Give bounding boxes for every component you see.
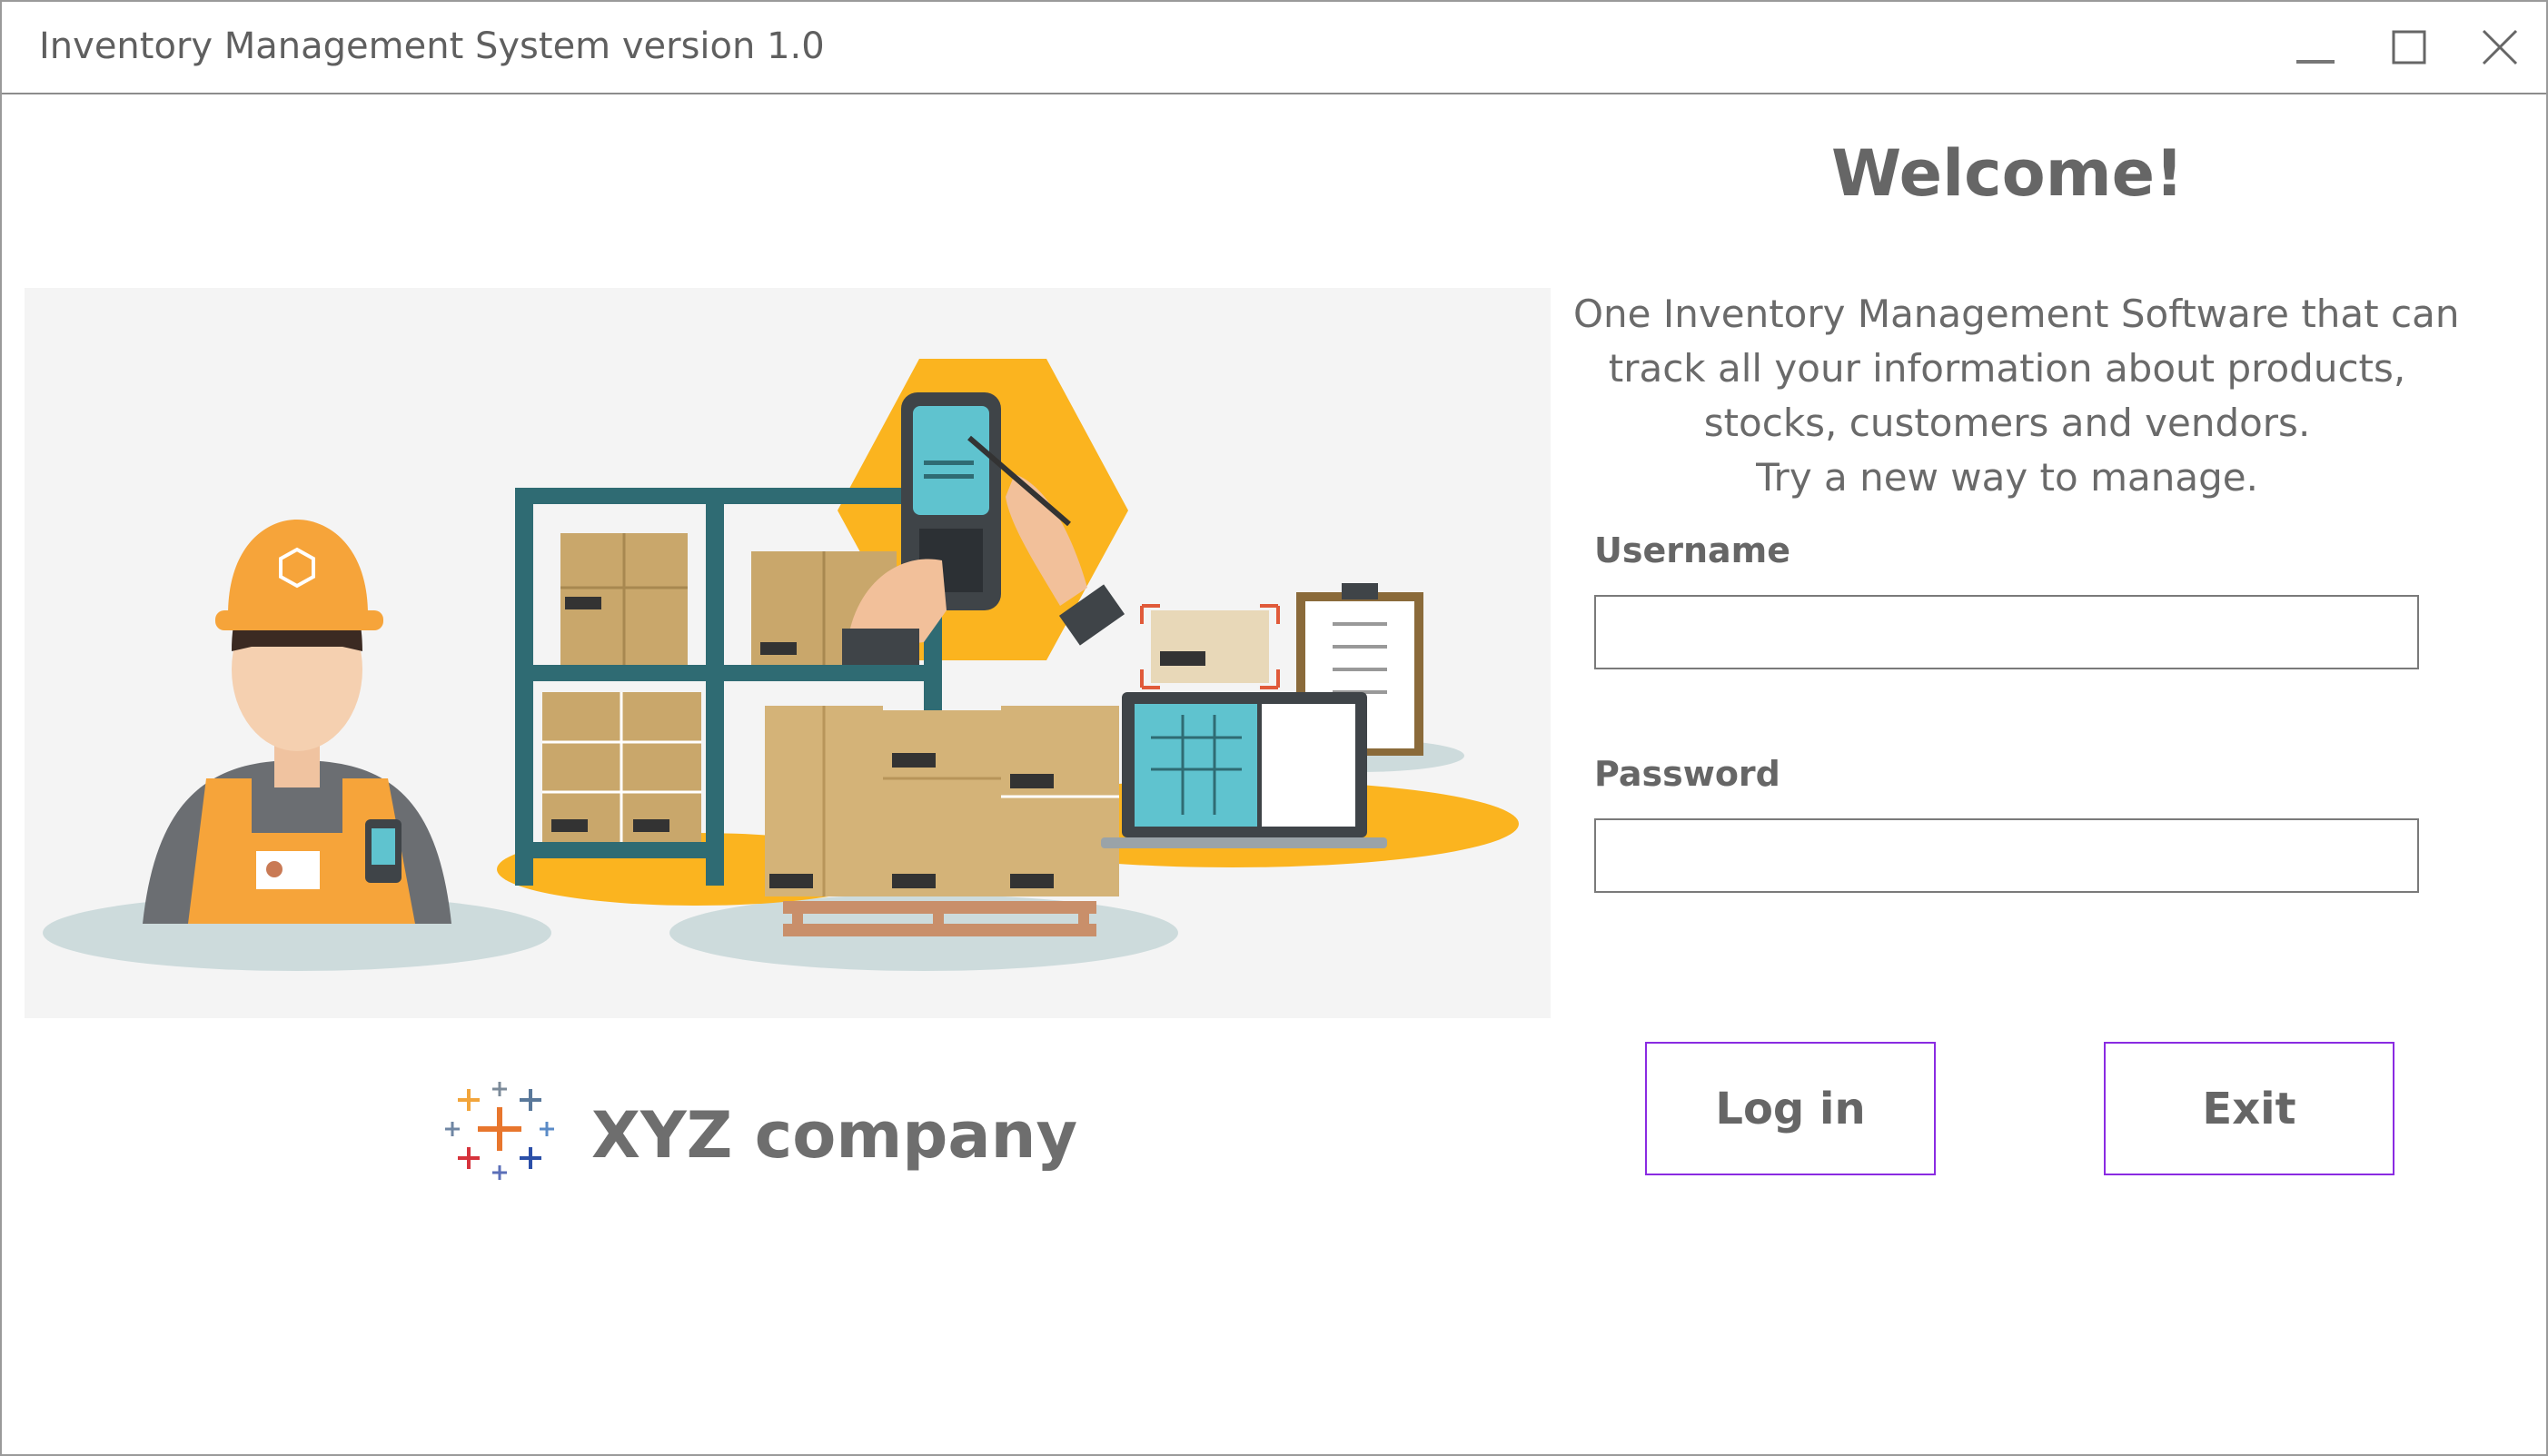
title-bar: Inventory Management System version 1.0 [2, 2, 2546, 94]
description-line: One Inventory Management Software that c… [1573, 292, 2460, 336]
app-window: Inventory Management System version 1.0 [0, 0, 2548, 1456]
close-icon [2482, 29, 2518, 65]
maximize-button[interactable] [2374, 18, 2447, 82]
company-name: XYZ company [591, 1098, 1078, 1173]
close-button[interactable] [2465, 18, 2538, 82]
warehouse-illustration [25, 288, 1551, 1018]
company-brand: XYZ company [443, 1078, 1079, 1196]
exit-button[interactable]: Exit [2104, 1042, 2394, 1175]
maximize-icon [2392, 30, 2426, 64]
minimize-button[interactable] [2282, 18, 2355, 82]
minimize-icon [2296, 60, 2335, 64]
username-field[interactable] [1594, 595, 2419, 669]
welcome-heading: Welcome! [1830, 136, 2185, 211]
description-line: Try a new way to manage. [1756, 455, 2258, 500]
window-title: Inventory Management System version 1.0 [39, 25, 825, 67]
warehouse-worker-illustration [43, 359, 1519, 971]
login-button[interactable]: Log in [1645, 1042, 1936, 1175]
description-line: track all your information about product… [1608, 346, 2406, 391]
password-field[interactable] [1594, 818, 2419, 893]
app-description: One Inventory Management Software that c… [1573, 287, 2460, 505]
password-label: Password [1594, 754, 1780, 794]
cross-mark-logo [445, 1082, 554, 1180]
description-line: stocks, customers and vendors. [1703, 401, 2311, 445]
username-label: Username [1594, 530, 1791, 570]
